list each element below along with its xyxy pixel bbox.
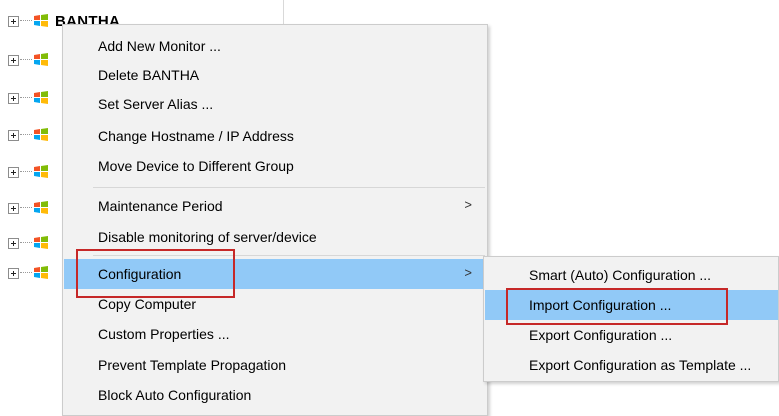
menu-item-label: Add New Monitor ... — [98, 38, 221, 54]
tree-node[interactable] — [8, 232, 49, 254]
menu-item-delete[interactable]: Delete BANTHA — [64, 60, 486, 90]
menu-separator — [93, 255, 485, 256]
expand-icon[interactable] — [8, 166, 19, 178]
menu-item-disable-monitoring[interactable]: Disable monitoring of server/device — [64, 222, 486, 252]
windows-server-icon — [33, 13, 49, 29]
windows-server-icon — [33, 235, 49, 251]
menu-item-move-device[interactable]: Move Device to Different Group — [64, 151, 486, 181]
tree-node[interactable] — [8, 87, 49, 109]
submenu-item-label: Smart (Auto) Configuration ... — [529, 267, 712, 283]
windows-server-icon — [33, 265, 49, 281]
submenu-item-export-configuration[interactable]: Export Configuration ... — [485, 320, 778, 350]
submenu-item-import-configuration[interactable]: Import Configuration ... — [485, 290, 778, 320]
tree-connector — [20, 134, 32, 136]
tree-connector — [20, 171, 32, 173]
submenu-item-label: Export Configuration as Template ... — [529, 357, 752, 373]
menu-item-label: Set Server Alias ... — [98, 96, 214, 112]
expand-icon[interactable] — [8, 92, 19, 104]
menu-item-block-auto-configuration[interactable]: Block Auto Configuration — [64, 380, 486, 410]
windows-server-icon — [33, 200, 49, 216]
submenu-arrow-icon: > — [464, 197, 472, 212]
menu-item-label: Block Auto Configuration — [98, 387, 252, 403]
windows-server-icon — [33, 52, 49, 68]
expand-icon[interactable] — [8, 54, 19, 66]
submenu-item-label: Export Configuration ... — [529, 327, 673, 343]
menu-item-change-hostname[interactable]: Change Hostname / IP Address — [64, 121, 486, 151]
menu-item-prevent-template-propagation[interactable]: Prevent Template Propagation — [64, 350, 486, 380]
submenu-item-export-configuration-as-template[interactable]: Export Configuration as Template ... — [485, 350, 778, 380]
expand-icon[interactable] — [8, 15, 19, 27]
expand-icon[interactable] — [8, 237, 19, 249]
tree-node[interactable] — [8, 49, 49, 71]
tree-connector — [20, 272, 32, 274]
tree-node[interactable] — [8, 262, 49, 284]
menu-item-label: Move Device to Different Group — [98, 158, 294, 174]
tree-node[interactable] — [8, 197, 49, 219]
menu-item-label: Maintenance Period — [98, 198, 223, 214]
menu-item-maintenance-period[interactable]: Maintenance Period > — [64, 191, 486, 221]
menu-separator — [93, 187, 485, 188]
submenu-arrow-icon: > — [464, 265, 472, 280]
tree-node[interactable] — [8, 161, 49, 183]
menu-item-copy-computer[interactable]: Copy Computer — [64, 289, 486, 319]
expand-icon[interactable] — [8, 129, 19, 141]
menu-item-label: Custom Properties ... — [98, 326, 230, 342]
expand-icon[interactable] — [8, 202, 19, 214]
tree-connector — [20, 20, 32, 22]
menu-item-label: Copy Computer — [98, 296, 197, 312]
expand-icon[interactable] — [8, 267, 19, 279]
menu-item-label: Delete BANTHA — [98, 67, 200, 83]
submenu-item-label: Import Configuration ... — [529, 297, 672, 313]
menu-item-add-new-monitor[interactable]: Add New Monitor ... — [64, 31, 486, 61]
context-menu: Add New Monitor ... Delete BANTHA Set Se… — [62, 24, 488, 416]
tree-node[interactable] — [8, 124, 49, 146]
menu-item-label: Disable monitoring of server/device — [98, 229, 317, 245]
menu-item-custom-properties[interactable]: Custom Properties ... — [64, 319, 486, 349]
windows-server-icon — [33, 164, 49, 180]
tree-connector — [20, 207, 32, 209]
menu-item-configuration[interactable]: Configuration > — [64, 259, 486, 289]
windows-server-icon — [33, 127, 49, 143]
menu-item-label: Change Hostname / IP Address — [98, 128, 294, 144]
menu-item-set-server-alias[interactable]: Set Server Alias ... — [64, 89, 486, 119]
menu-item-label: Prevent Template Propagation — [98, 357, 287, 373]
tree-connector — [20, 242, 32, 244]
menu-item-label: Configuration — [98, 266, 182, 282]
configuration-submenu: Smart (Auto) Configuration ... Import Co… — [483, 256, 779, 382]
windows-server-icon — [33, 90, 49, 106]
submenu-item-smart-auto-configuration[interactable]: Smart (Auto) Configuration ... — [485, 260, 778, 290]
tree-connector — [20, 97, 32, 99]
tree-connector — [20, 59, 32, 61]
